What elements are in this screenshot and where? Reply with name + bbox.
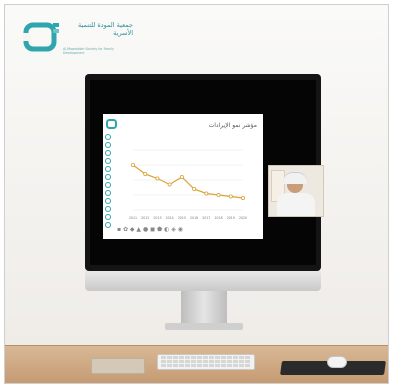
monitor: مؤشر نمو الإيرادات 2011 2012 2013 2014 2015 2… bbox=[85, 74, 324, 271]
logo-mark-icon bbox=[23, 22, 59, 52]
x-tick-label: 2013 bbox=[153, 216, 161, 220]
monitor-screen: مؤشر نمو الإيرادات 2011 2012 2013 2014 2015 2… bbox=[90, 80, 324, 265]
x-tick-label: 2011 bbox=[129, 216, 137, 220]
x-tick-label: 2015 bbox=[178, 216, 186, 220]
data-point bbox=[228, 194, 233, 199]
x-tick-label: 2019 bbox=[227, 216, 235, 220]
slide-footer-icons: ▪ ✿ ◆ ▲ ● ◼ ⬟ ◐ ◈ ◉ bbox=[117, 226, 184, 233]
x-tick-label: 2016 bbox=[190, 216, 198, 220]
slide-title: مؤشر نمو الإيرادات bbox=[208, 122, 257, 129]
x-tick-label: 2014 bbox=[166, 216, 174, 220]
presentation-slide: مؤشر نمو الإيرادات 2011 2012 2013 2014 2015 2… bbox=[103, 114, 263, 239]
data-point bbox=[216, 193, 221, 198]
keyboard bbox=[157, 354, 255, 370]
society-logo: جمعية المودة للتنمية الأسرية Al-Mawaddah… bbox=[23, 17, 133, 63]
closed-laptop bbox=[91, 358, 145, 374]
x-tick-label: 2020 bbox=[239, 216, 247, 220]
series-line bbox=[132, 164, 244, 199]
data-point bbox=[167, 182, 172, 187]
x-tick-label: 2017 bbox=[202, 216, 210, 220]
slide-logo-icon bbox=[106, 119, 117, 129]
data-point bbox=[204, 191, 209, 196]
mouse bbox=[327, 356, 347, 368]
speaker-video-feed bbox=[268, 165, 324, 217]
data-point bbox=[155, 176, 160, 181]
data-point bbox=[241, 196, 246, 201]
monitor-chin bbox=[85, 271, 321, 291]
x-tick-label: 2012 bbox=[141, 216, 149, 220]
revenue-growth-chart: 2011 2012 2013 2014 2015 2016 2017 2018 2019 2020 bbox=[129, 149, 247, 220]
speaker-ghutra bbox=[283, 172, 307, 184]
x-tick-label: 2018 bbox=[214, 216, 222, 220]
data-point bbox=[192, 187, 197, 192]
data-point bbox=[143, 171, 148, 176]
data-point bbox=[131, 162, 136, 167]
decorative-chain bbox=[105, 134, 113, 230]
monitor-stand bbox=[181, 291, 227, 323]
speaker-thobe bbox=[277, 193, 315, 216]
logo-name-arabic: جمعية المودة للتنمية الأسرية bbox=[78, 21, 133, 37]
data-point bbox=[179, 174, 184, 179]
photo-frame: جمعية المودة للتنمية الأسرية Al-Mawaddah… bbox=[4, 4, 389, 384]
monitor-base bbox=[165, 323, 243, 330]
logo-name-english: Al-Mawaddah Society for Family Developme… bbox=[63, 47, 114, 55]
